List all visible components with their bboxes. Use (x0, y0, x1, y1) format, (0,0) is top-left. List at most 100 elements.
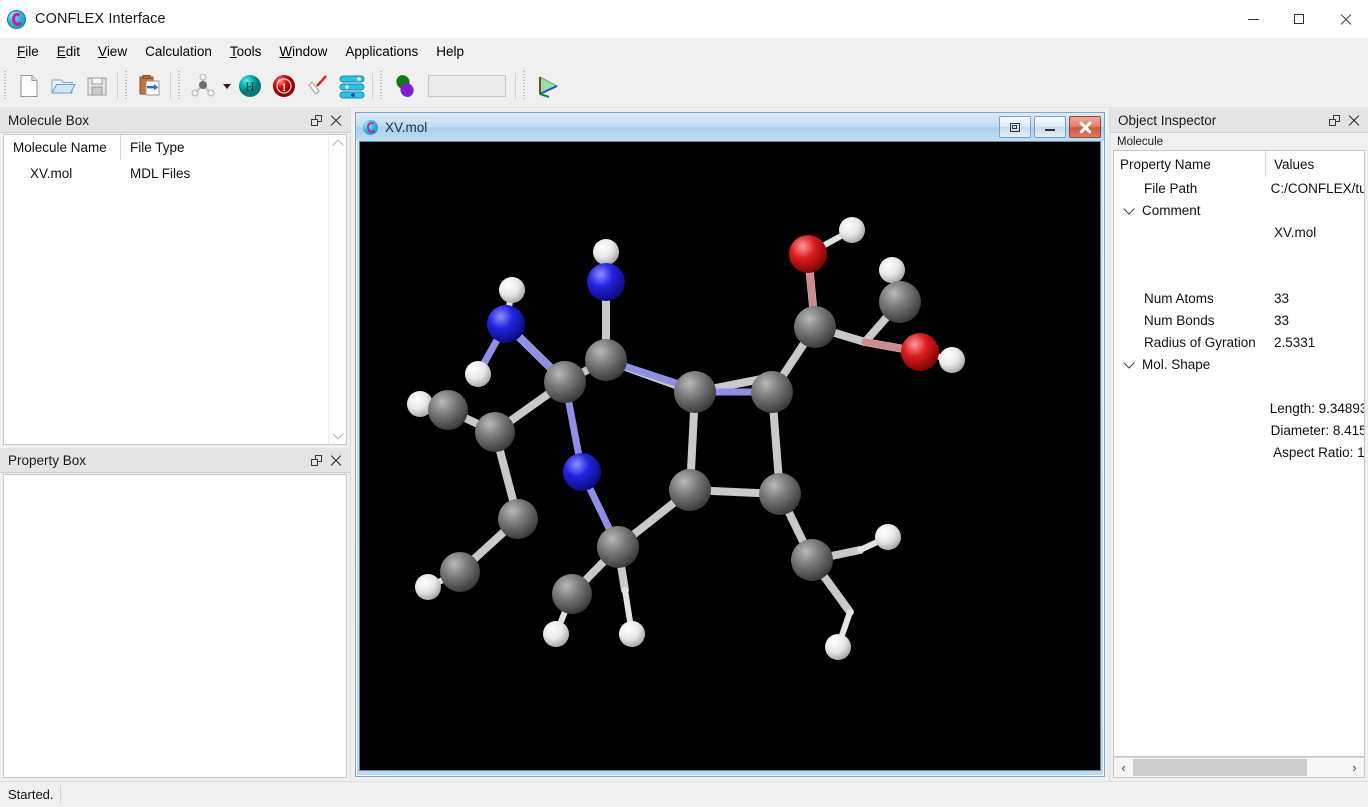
expander-mol-shape[interactable] (1122, 356, 1136, 371)
mdi-close-button[interactable] (1069, 116, 1101, 138)
scrollbar-thumb[interactable] (1133, 759, 1307, 776)
toolbar-text-field[interactable] (428, 75, 506, 97)
menu-tools[interactable]: Tools (221, 41, 271, 62)
layers-button[interactable] (335, 68, 369, 104)
menu-file[interactable]: File (8, 41, 48, 62)
mdi-workspace: XV.mol (351, 108, 1109, 781)
table-row[interactable]: Diameter: 8.415 (1114, 419, 1364, 441)
scroll-right-button[interactable]: › (1345, 759, 1364, 776)
import-clipboard-icon (139, 75, 160, 96)
mdi-restore-button[interactable] (999, 116, 1031, 138)
table-row[interactable]: XV.mol MDL Files (4, 160, 328, 186)
toolbar-grip[interactable] (2, 71, 9, 101)
property-label-comment: Comment (1142, 202, 1201, 218)
scrollbar-track[interactable] (1133, 759, 1345, 776)
menu-view[interactable]: View (89, 41, 136, 62)
minimize-icon (1045, 128, 1055, 131)
table-row[interactable]: Mol. Shape (1114, 353, 1364, 375)
molecular-orbital-icon (396, 75, 414, 97)
close-icon (1348, 114, 1360, 126)
scroll-down-button[interactable] (329, 427, 346, 444)
menu-calculation[interactable]: Calculation (136, 41, 221, 62)
table-row[interactable]: Num Atoms 33 (1114, 287, 1364, 309)
molecule-box-vertical-scrollbar[interactable] (328, 135, 346, 444)
ball-stick-molecule-icon (191, 74, 215, 97)
maximize-button[interactable] (1276, 0, 1322, 38)
measure-button[interactable] (301, 68, 335, 104)
property-box-title: Property Box (8, 452, 87, 468)
menu-applications[interactable]: Applications (336, 41, 427, 62)
orbital-button[interactable] (388, 68, 422, 104)
table-row[interactable]: Aspect Ratio: 1 (1114, 441, 1364, 463)
table-row[interactable]: Radius of Gyration 2.5331 (1114, 331, 1364, 353)
table-row[interactable] (1114, 265, 1364, 287)
close-button[interactable] (1322, 0, 1368, 38)
conflex-c-logo-icon (7, 9, 26, 29)
molecule-3d-canvas (360, 142, 1100, 770)
molecule-model-dropdown[interactable] (220, 69, 233, 103)
property-box-content[interactable] (3, 474, 347, 778)
application-window: CONFLEX Interface File Edit View Calcula… (0, 0, 1368, 807)
hydrogen-atom-icon: H (239, 75, 261, 97)
open-file-button[interactable] (46, 68, 80, 104)
toolbar-separator-3 (372, 73, 373, 99)
object-inspector-panel: Object Inspector Molecule Property Name … (1109, 108, 1368, 781)
open-folder-icon (51, 79, 76, 94)
table-row[interactable] (1114, 243, 1364, 265)
hydrogen-button[interactable]: H (233, 68, 267, 104)
property-name-comment: Comment (1114, 199, 1266, 221)
axes-button[interactable] (531, 68, 565, 104)
column-header-values[interactable]: Values (1266, 151, 1364, 177)
property-box-close-button[interactable] (326, 450, 346, 470)
restore-window-icon (1010, 122, 1020, 132)
property-name-blank (1114, 441, 1265, 463)
menu-help[interactable]: Help (427, 41, 473, 62)
molecule-table: Molecule Name File Type XV.mol MDL Files (4, 135, 328, 444)
title-bar: CONFLEX Interface (0, 0, 1368, 38)
atom-number-button[interactable]: 1 (267, 68, 301, 104)
table-row[interactable]: XV.mol (1114, 221, 1364, 243)
property-box-float-button[interactable] (306, 450, 326, 470)
menu-edit-label: dit (65, 43, 81, 59)
table-row[interactable] (1114, 375, 1364, 397)
toolbar-grip[interactable] (378, 71, 385, 101)
molecule-model-button[interactable] (186, 68, 220, 104)
menu-edit[interactable]: Edit (48, 41, 89, 62)
property-value-blank (1266, 375, 1364, 397)
column-header-file-type[interactable]: File Type (121, 135, 328, 160)
molecule-box-header: Molecule Box (0, 108, 350, 133)
new-file-button[interactable] (12, 68, 46, 104)
save-file-button[interactable] (80, 68, 114, 104)
molecule-box-float-button[interactable] (306, 110, 326, 130)
scroll-left-button[interactable]: ‹ (1114, 759, 1133, 776)
menu-window[interactable]: Window (270, 41, 336, 62)
toolbar-grip[interactable] (176, 71, 183, 101)
object-inspector-subheader: Molecule (1113, 133, 1365, 151)
molecule-box-close-button[interactable] (326, 110, 346, 130)
object-inspector-float-button[interactable] (1324, 110, 1344, 130)
toolbar-group-view: H 1 (174, 65, 369, 107)
mdi-child-titlebar[interactable]: XV.mol (356, 113, 1104, 141)
table-row[interactable]: Comment (1114, 199, 1364, 221)
chevron-down-icon (222, 83, 231, 89)
table-row[interactable]: Num Bonds 33 (1114, 309, 1364, 331)
table-row[interactable]: File Path C:/CONFLEX/tu (1114, 177, 1364, 199)
object-inspector-close-button[interactable] (1344, 110, 1364, 130)
expander-comment[interactable] (1122, 202, 1136, 217)
status-message: Started. (2, 785, 61, 804)
chevron-down-icon (1123, 356, 1135, 369)
molecule-3d-viewport[interactable] (359, 141, 1101, 771)
menu-view-label: iew (106, 43, 128, 59)
toolbar-grip[interactable] (521, 71, 528, 101)
table-row[interactable]: Length: 9.34893 (1114, 397, 1364, 419)
object-inspector-table-header: Property Name Values (1114, 151, 1364, 177)
mdi-minimize-button[interactable] (1034, 116, 1066, 138)
property-value-diameter: Diameter: 8.415 (1270, 422, 1364, 438)
toolbar-grip[interactable] (123, 71, 130, 101)
import-button[interactable] (133, 68, 167, 104)
scroll-up-button[interactable] (329, 135, 346, 152)
object-inspector-horizontal-scrollbar[interactable]: ‹ › (1113, 757, 1365, 778)
column-header-molecule-name[interactable]: Molecule Name (4, 135, 121, 160)
minimize-button[interactable] (1230, 0, 1276, 38)
column-header-property-name[interactable]: Property Name (1114, 151, 1266, 177)
